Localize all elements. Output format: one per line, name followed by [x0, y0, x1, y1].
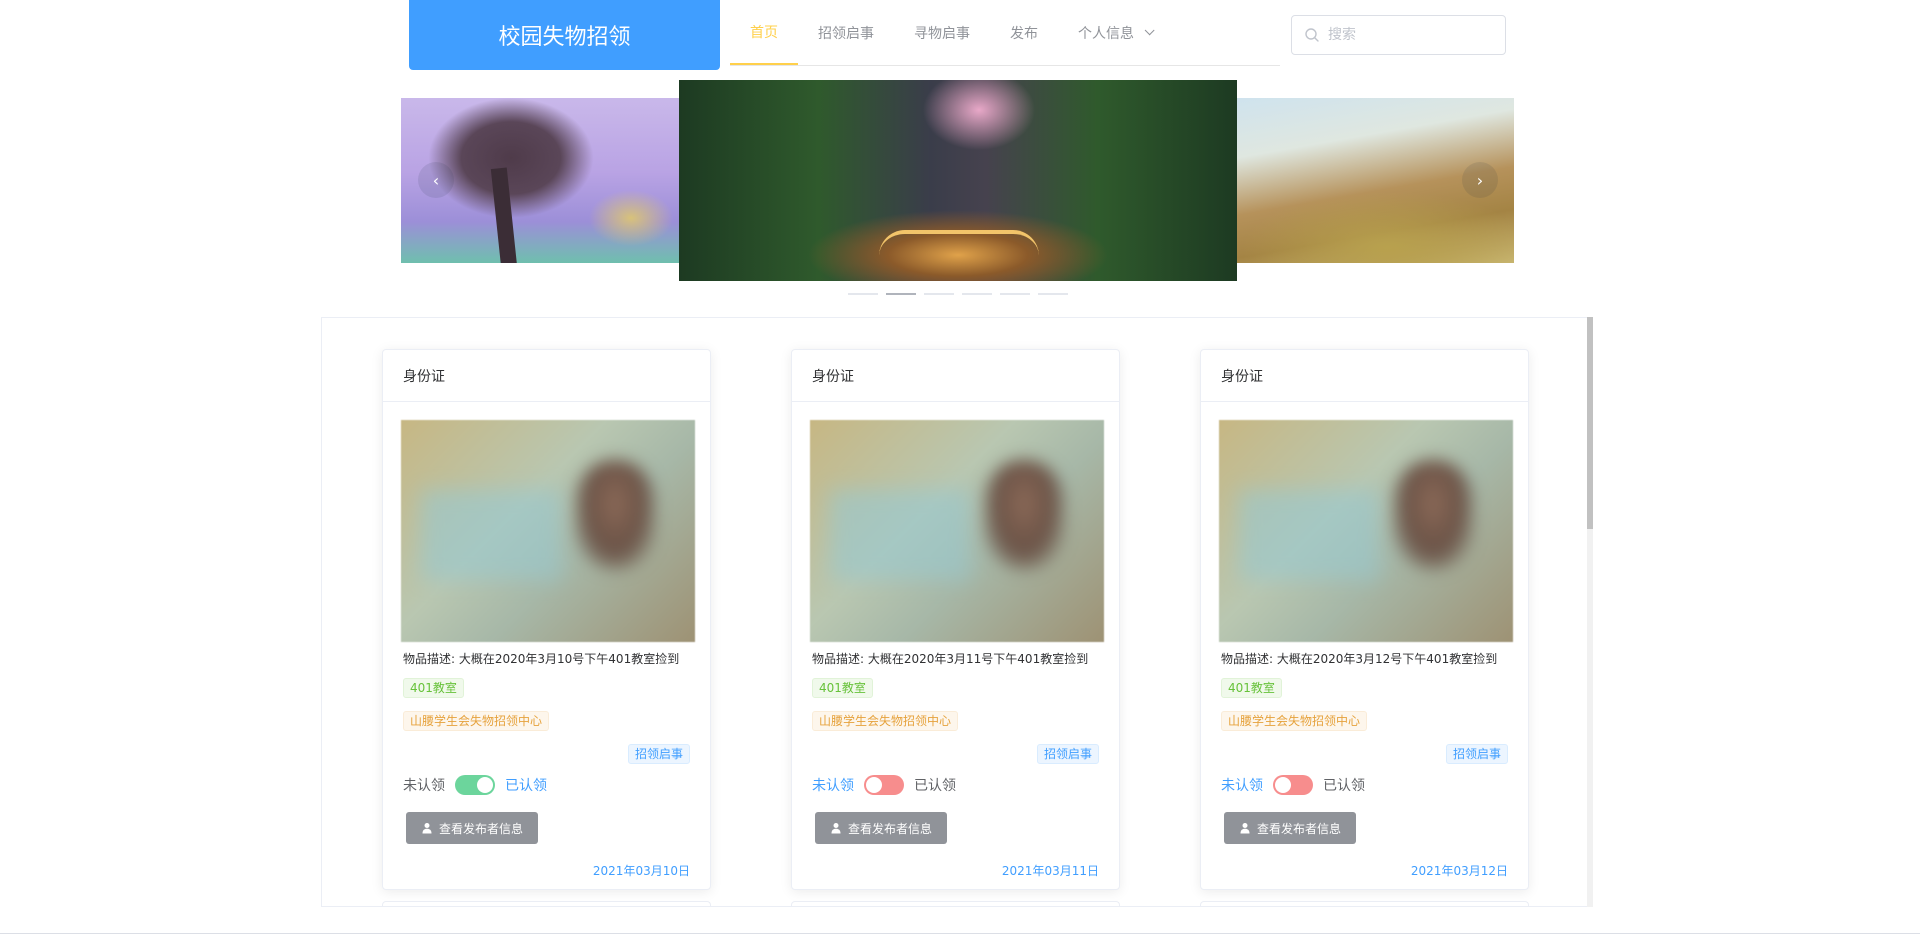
- item-card: 身份证 物品描述: 大概在2020年3月10号下午401教室捡到 401教室 山…: [382, 349, 711, 890]
- claim-switch[interactable]: [864, 775, 904, 795]
- publish-date: 2021年03月11日: [1001, 864, 1099, 878]
- card-title: 身份证: [792, 350, 1119, 402]
- item-photo: [810, 420, 1104, 642]
- carousel-indicator[interactable]: [848, 293, 878, 295]
- type-tag: 招领启事: [1036, 744, 1099, 764]
- chevron-right-icon: ›: [1476, 170, 1484, 190]
- nav-personal-info-label: 个人信息: [1078, 25, 1134, 42]
- nav-lost-notices-label: 寻物启事: [914, 25, 970, 42]
- publish-date: 2021年03月10日: [592, 864, 690, 878]
- item-description: 物品描述: 大概在2020年3月10号下午401教室捡到: [403, 652, 680, 666]
- view-publisher-button[interactable]: 查看发布者信息: [1224, 812, 1356, 844]
- publisher-tag: 山腰学生会失物招领中心: [812, 711, 959, 731]
- card-title: 身份证: [383, 350, 710, 402]
- site-logo[interactable]: 校园失物招领: [409, 0, 720, 70]
- view-publisher-label: 查看发布者信息: [1256, 821, 1341, 836]
- item-description: 物品描述: 大概在2020年3月11号下午401教室捡到: [812, 652, 1089, 666]
- carousel-indicator[interactable]: [1038, 293, 1068, 295]
- item-card: 身份证 物品描述: 大概在2020年3月11号下午401教室捡到 401教室 山…: [791, 349, 1120, 890]
- nav-publish[interactable]: 发布: [990, 0, 1058, 65]
- claim-switch[interactable]: [1273, 775, 1313, 795]
- carousel-prev-button[interactable]: ‹: [418, 162, 454, 198]
- chevron-left-icon: ‹: [432, 170, 440, 190]
- item-card-next-row: [791, 901, 1120, 906]
- search-input[interactable]: [1326, 16, 1500, 54]
- type-tag: 招领启事: [627, 744, 690, 764]
- search-box: [1291, 15, 1506, 55]
- item-photo: [401, 420, 695, 642]
- item-card-next-row: [1200, 901, 1529, 906]
- nav-home[interactable]: 首页: [730, 0, 798, 65]
- main-nav: 首页 招领启事 寻物启事 发布 个人信息: [730, 0, 1280, 66]
- item-card-next-row: [382, 901, 711, 906]
- location-tag: 401教室: [1221, 678, 1282, 698]
- nav-lost-notices[interactable]: 寻物启事: [894, 0, 990, 65]
- location-tag: 401教室: [403, 678, 464, 698]
- claimed-label: 已认领: [505, 778, 547, 794]
- claim-switch-row: 未认领 已认领: [1221, 775, 1365, 795]
- publish-date: 2021年03月12日: [1410, 864, 1508, 878]
- claim-switch-row: 未认领 已认领: [812, 775, 956, 795]
- claimed-label: 已认领: [1323, 778, 1365, 794]
- user-icon: [1240, 823, 1250, 834]
- view-publisher-label: 查看发布者信息: [438, 821, 523, 836]
- nav-found-notices[interactable]: 招领启事: [798, 0, 894, 65]
- user-icon: [422, 823, 432, 834]
- carousel-indicator[interactable]: [924, 293, 954, 295]
- nav-home-label: 首页: [750, 24, 778, 41]
- unclaimed-label: 未认领: [403, 778, 445, 794]
- claim-switch[interactable]: [455, 775, 495, 795]
- nav-publish-label: 发布: [1010, 25, 1038, 42]
- carousel-indicators: [848, 293, 1068, 295]
- chevron-down-icon: [1144, 25, 1155, 36]
- item-description: 物品描述: 大概在2020年3月12号下午401教室捡到: [1221, 652, 1498, 666]
- item-card: 身份证 物品描述: 大概在2020年3月12号下午401教室捡到 401教室 山…: [1200, 349, 1529, 890]
- carousel: ‹ ›: [401, 80, 1514, 300]
- unclaimed-label: 未认领: [812, 778, 854, 794]
- type-tag: 招领启事: [1445, 744, 1508, 764]
- publisher-tag: 山腰学生会失物招领中心: [403, 711, 550, 731]
- carousel-indicator[interactable]: [962, 293, 992, 295]
- view-publisher-button[interactable]: 查看发布者信息: [815, 812, 947, 844]
- view-publisher-label: 查看发布者信息: [847, 821, 932, 836]
- unclaimed-label: 未认领: [1221, 778, 1263, 794]
- card-title: 身份证: [1201, 350, 1528, 402]
- search-icon: [1305, 28, 1319, 42]
- claim-switch-row: 未认领 已认领: [403, 775, 547, 795]
- carousel-indicator[interactable]: [886, 293, 916, 295]
- carousel-next-button[interactable]: ›: [1462, 162, 1498, 198]
- user-icon: [831, 823, 841, 834]
- item-photo: [1219, 420, 1513, 642]
- carousel-slide-canal[interactable]: [679, 80, 1237, 281]
- publisher-tag: 山腰学生会失物招领中心: [1221, 711, 1368, 731]
- location-tag: 401教室: [812, 678, 873, 698]
- divider: [0, 933, 1920, 934]
- claimed-label: 已认领: [914, 778, 956, 794]
- nav-personal-info[interactable]: 个人信息: [1058, 0, 1171, 65]
- nav-found-notices-label: 招领启事: [818, 25, 874, 42]
- card-list: 身份证 物品描述: 大概在2020年3月10号下午401教室捡到 401教室 山…: [321, 317, 1591, 907]
- view-publisher-button[interactable]: 查看发布者信息: [406, 812, 538, 844]
- carousel-indicator[interactable]: [1000, 293, 1030, 295]
- scrollbar[interactable]: [1587, 317, 1593, 907]
- scrollbar-thumb[interactable]: [1587, 317, 1593, 529]
